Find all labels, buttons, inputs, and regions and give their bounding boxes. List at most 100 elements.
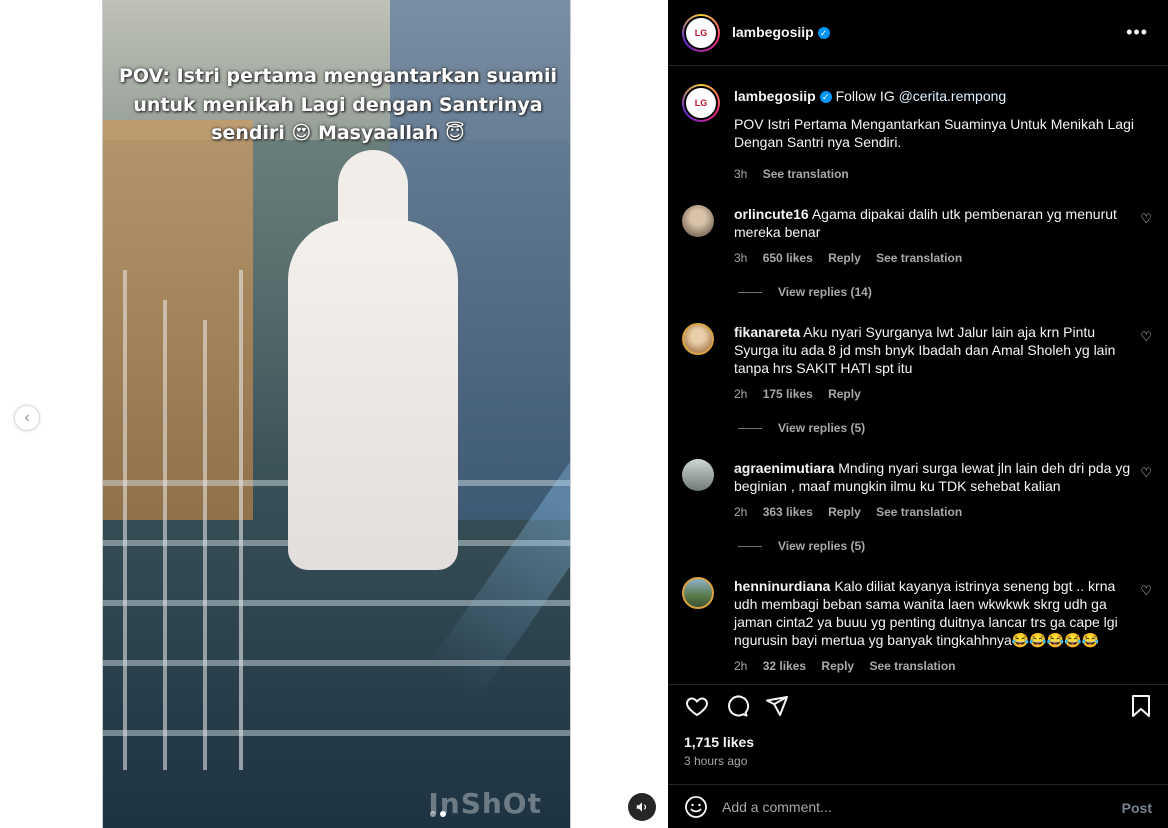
comment-text: henninurdiana Kalo diliat kayanya istrin…	[734, 577, 1134, 649]
comment-item: orlincute16 Agama dipakai dalih utk pemb…	[682, 205, 1152, 300]
like-button[interactable]	[684, 693, 710, 719]
comment-like-button[interactable]: ♡	[1140, 465, 1152, 481]
view-replies-label: View replies (14)	[778, 285, 872, 299]
more-horizontal-icon: •••	[1126, 22, 1148, 42]
caption-time: 3h	[734, 167, 748, 181]
comment-meta: 3h 650 likes Reply See translation	[734, 251, 974, 265]
replies-divider	[738, 291, 762, 293]
comment-meta: 2h 175 likes Reply	[734, 387, 873, 401]
comment-likes[interactable]: 650 likes	[763, 251, 813, 265]
comment-like-button[interactable]: ♡	[1140, 329, 1152, 345]
more-options-button[interactable]: •••	[1126, 22, 1148, 43]
reply-button[interactable]: Reply	[821, 659, 854, 673]
comment-username[interactable]: fikanareta	[734, 324, 800, 340]
comment-meta: 2h 363 likes Reply See translation	[734, 505, 974, 519]
avatar[interactable]	[682, 323, 714, 355]
video-overlay-text: POV: Istri pertama mengantarkan suamii u…	[118, 65, 558, 144]
post-actions: 1,715 likes 3 hours ago	[668, 684, 1168, 784]
see-translation-link[interactable]: See translation	[876, 251, 962, 265]
reply-button[interactable]: Reply	[828, 387, 861, 401]
comments-list[interactable]: LG lambegosiip ✓ Follow IG @cerita.rempon…	[668, 67, 1168, 684]
comment-username[interactable]: orlincute16	[734, 206, 809, 222]
comment-likes[interactable]: 32 likes	[763, 659, 806, 673]
avatar[interactable]	[682, 577, 714, 609]
prev-media-button[interactable]: ‹	[14, 405, 40, 431]
comment-likes[interactable]: 175 likes	[763, 387, 813, 401]
see-translation-link[interactable]: See translation	[869, 659, 955, 673]
video-scene-railing	[103, 270, 243, 770]
replies-divider	[738, 427, 762, 429]
heart-icon: ♡	[1140, 211, 1152, 226]
comment-text: orlincute16 Agama dipakai dalih utk pemb…	[734, 205, 1134, 241]
video-scene-rail-bar	[163, 300, 167, 770]
video-scene-rail-bar	[203, 320, 207, 770]
caption-meta: 3h See translation	[734, 167, 861, 181]
post-timestamp[interactable]: 3 hours ago	[684, 754, 747, 768]
caption-prefix: Follow IG	[835, 88, 895, 104]
post-side-panel: LG lambegosiip ✓ ••• LG lambegosiip ✓ Foll…	[668, 0, 1168, 828]
caption-mention-link[interactable]: @cerita.rempong	[899, 88, 1007, 104]
avatar[interactable]	[682, 459, 714, 491]
share-button[interactable]	[764, 693, 790, 719]
comment-time: 2h	[734, 659, 748, 673]
comment-item: fikanareta Aku nyari Syurganya lwt Jalur…	[682, 323, 1152, 443]
reply-button[interactable]: Reply	[828, 505, 861, 519]
comment-like-button[interactable]: ♡	[1140, 583, 1152, 599]
comment-username[interactable]: henninurdiana	[734, 578, 830, 594]
comment-like-button[interactable]: ♡	[1140, 211, 1152, 227]
heart-icon: ♡	[1140, 465, 1152, 480]
carousel-dot	[430, 811, 436, 817]
see-translation-link[interactable]: See translation	[876, 505, 962, 519]
comment-meta: 2h 32 likes Reply See translation	[734, 659, 967, 673]
carousel-dot-active	[440, 811, 446, 817]
comment-input[interactable]	[722, 798, 1102, 815]
view-replies-button[interactable]: View replies (14)	[738, 285, 872, 299]
emoji-icon	[685, 795, 707, 818]
share-icon	[766, 696, 788, 716]
save-button[interactable]	[1128, 693, 1154, 719]
avatar-image: LG	[684, 15, 718, 50]
comment-button[interactable]	[724, 693, 750, 719]
comment-username[interactable]: agraenimutiara	[734, 460, 834, 476]
header-username[interactable]: lambegosiip	[732, 24, 814, 40]
caption-text-block: lambegosiip ✓ Follow IG @cerita.rempong P…	[734, 87, 1134, 151]
view-replies-button[interactable]: View replies (5)	[738, 421, 865, 435]
post-comment-button[interactable]: Post	[1122, 800, 1152, 816]
avatar-image: LG	[684, 86, 718, 120]
caption-item: LG lambegosiip ✓ Follow IG @cerita.rempon…	[682, 84, 1152, 184]
chevron-left-icon: ‹	[24, 409, 30, 426]
view-replies-label: View replies (5)	[778, 539, 866, 553]
carousel-dots	[430, 811, 446, 817]
avatar[interactable]: LG	[682, 13, 720, 52]
verified-badge-icon: ✓	[819, 91, 832, 103]
caption-username[interactable]: lambegosiip	[734, 88, 816, 104]
comment-text: fikanareta Aku nyari Syurganya lwt Jalur…	[734, 323, 1134, 377]
reply-button[interactable]: Reply	[828, 251, 861, 265]
comment-item: agraenimutiara Mnding nyari surga lewat …	[682, 459, 1152, 559]
verified-badge-icon: ✓	[817, 26, 830, 39]
view-replies-label: View replies (5)	[778, 421, 866, 435]
video-scene-bride-gown	[288, 220, 458, 570]
post-media-area: ‹ POV: Istri pertama mengantarkan suamii…	[0, 0, 668, 828]
comment-time: 3h	[734, 251, 748, 265]
mute-button[interactable]	[628, 793, 656, 821]
heart-icon	[686, 697, 708, 717]
add-comment-bar: Post	[668, 784, 1168, 828]
speaker-icon	[636, 802, 647, 812]
replies-divider	[738, 545, 762, 547]
likes-count[interactable]: 1,715 likes	[684, 734, 754, 750]
comment-time: 2h	[734, 387, 748, 401]
comment-time: 2h	[734, 505, 748, 519]
bookmark-icon	[1132, 695, 1150, 717]
video-player[interactable]: POV: Istri pertama mengantarkan suamii u…	[102, 0, 571, 828]
comment-item: henninurdiana Kalo diliat kayanya istrin…	[682, 577, 1152, 677]
comment-text: agraenimutiara Mnding nyari surga lewat …	[734, 459, 1134, 495]
view-replies-button[interactable]: View replies (5)	[738, 539, 865, 553]
avatar[interactable]	[682, 205, 714, 237]
emoji-button[interactable]	[684, 795, 708, 819]
comment-likes[interactable]: 363 likes	[763, 505, 813, 519]
see-translation-link[interactable]: See translation	[763, 167, 849, 181]
caption-body: POV Istri Pertama Mengantarkan Suaminya …	[734, 116, 1134, 150]
avatar[interactable]: LG	[682, 84, 720, 122]
post-header: LG lambegosiip ✓ •••	[668, 0, 1168, 66]
